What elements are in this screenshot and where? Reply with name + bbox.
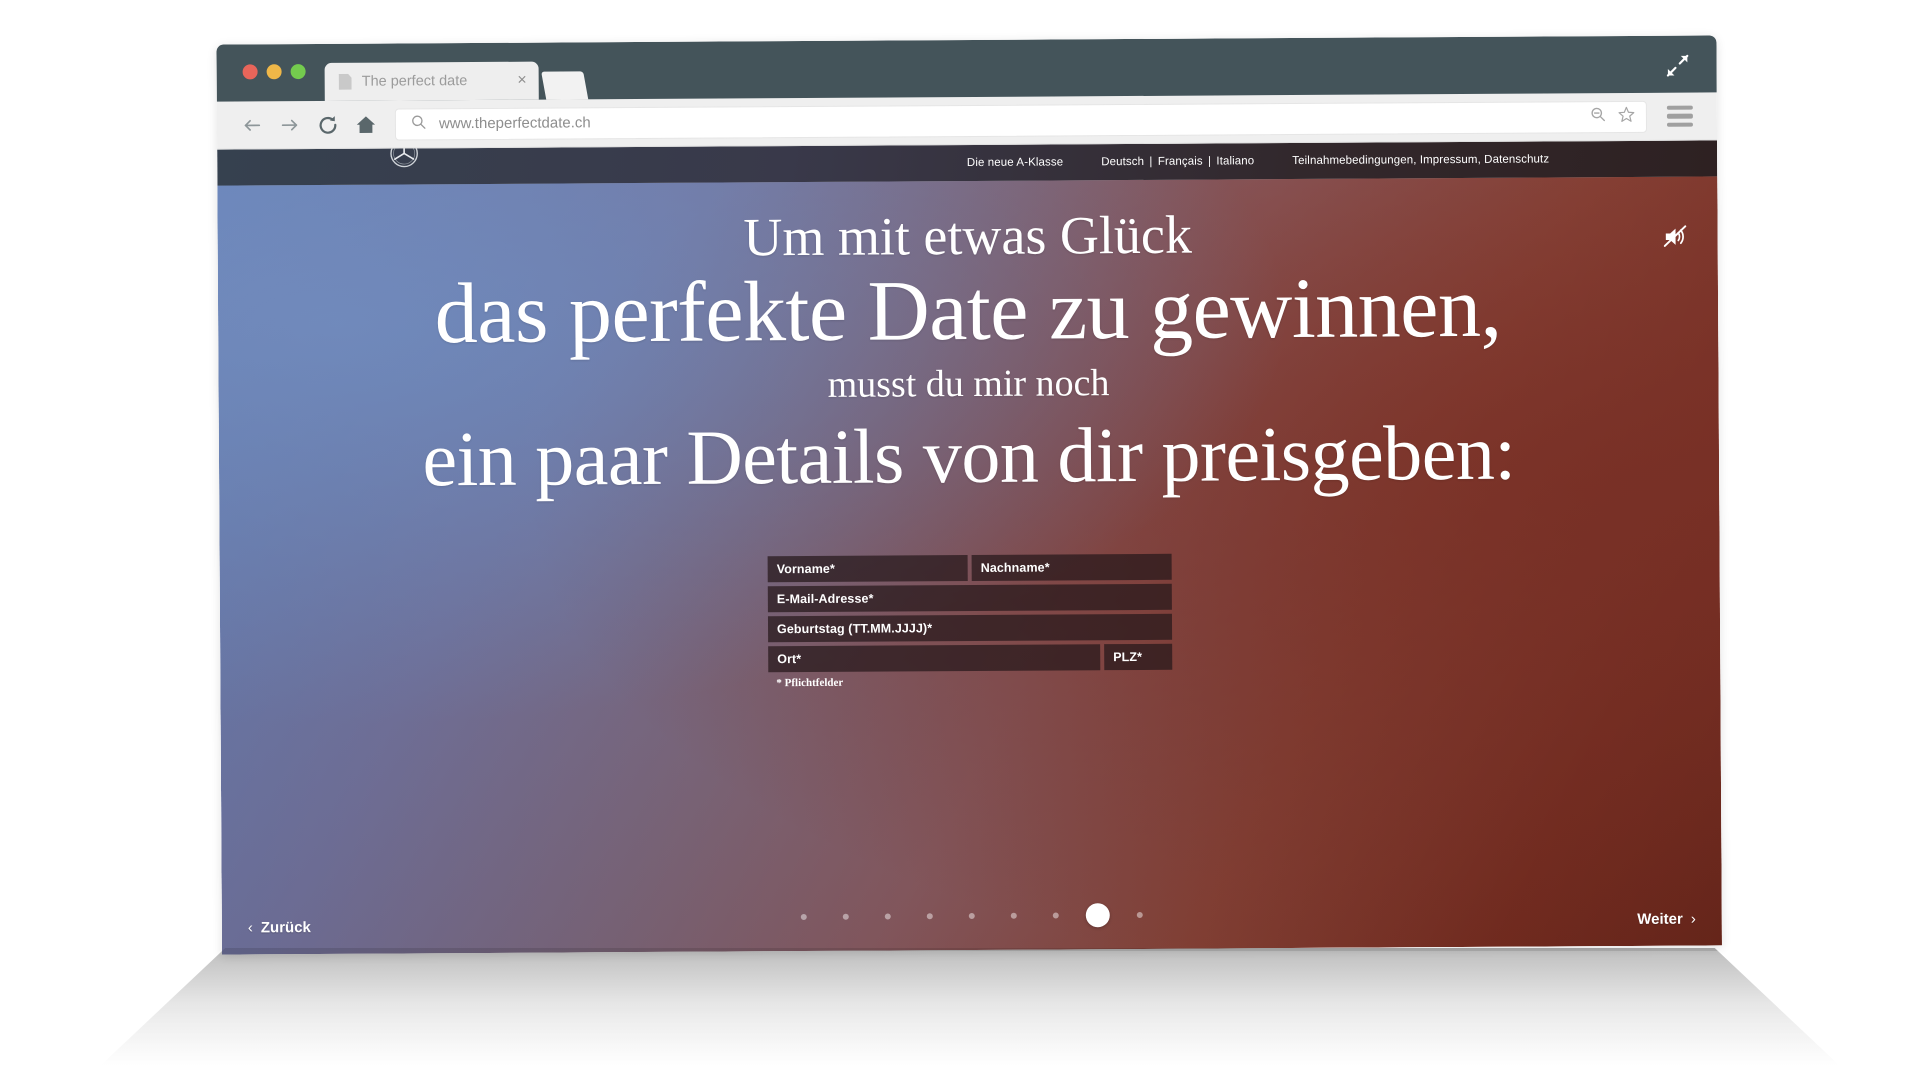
pagination-dot[interactable] <box>884 913 891 920</box>
language-switcher: Deutsch | Français | Italiano <box>1101 155 1254 168</box>
last-name-input[interactable]: Nachname* <box>971 554 1172 582</box>
navigation-buttons <box>241 113 377 136</box>
nav-link-legal[interactable]: Teilnahmebedingungen, Impressum, Datensc… <box>1292 153 1549 167</box>
pagination-dot-active[interactable] <box>1085 903 1110 928</box>
minimize-window-button[interactable] <box>266 64 282 80</box>
hamburger-menu-icon[interactable] <box>1666 105 1693 127</box>
pagination-dot[interactable] <box>1010 912 1017 919</box>
page-icon <box>339 74 352 90</box>
home-icon[interactable] <box>355 113 377 135</box>
hero-section: Um mit etwas Glück das perfekte Date zu … <box>217 176 1722 955</box>
browser-tab[interactable]: The perfect date × <box>324 61 539 101</box>
form-row-name: Vorname* Nachname* <box>767 554 1172 583</box>
hero-headline: Um mit etwas Glück das perfekte Date zu … <box>217 176 1719 504</box>
sound-muted-icon[interactable] <box>1663 225 1690 249</box>
website-viewport: Die neue A-Klasse Deutsch | Français | I… <box>217 140 1722 955</box>
chevron-right-icon: › <box>1690 910 1696 928</box>
address-bar-actions <box>1589 104 1636 128</box>
lang-separator-1: | <box>1149 155 1153 168</box>
pagination-dot[interactable] <box>968 912 975 920</box>
lang-italiano[interactable]: Italiano <box>1216 155 1254 167</box>
nav-link-a-klasse[interactable]: Die neue A-Klasse <box>967 156 1063 169</box>
tab-title: The perfect date <box>361 73 468 90</box>
pagination-dot[interactable] <box>1052 912 1059 919</box>
maximize-window-button[interactable] <box>290 64 306 80</box>
pagination-dot[interactable] <box>800 914 807 921</box>
close-window-button[interactable] <box>242 64 258 80</box>
url-text: www.theperfectdate.ch <box>438 114 591 133</box>
screenshot-stage: The perfect date × www.theperfectdate.ch… <box>0 0 1920 1080</box>
first-name-input[interactable]: Vorname* <box>767 555 968 583</box>
browser-window: The perfect date × www.theperfectdate.ch… <box>216 35 1722 955</box>
reload-icon[interactable] <box>317 113 339 135</box>
window-controls <box>242 64 306 80</box>
forward-arrow-icon[interactable] <box>279 114 301 136</box>
browser-titlebar: The perfect date × <box>216 35 1717 102</box>
fullscreen-icon[interactable] <box>1665 53 1691 79</box>
email-input[interactable]: E-Mail-Adresse* <box>767 584 1172 613</box>
back-arrow-icon[interactable] <box>241 114 263 136</box>
window-reflection <box>100 948 1840 1066</box>
form-row-email: E-Mail-Adresse* <box>767 584 1172 613</box>
lang-francais[interactable]: Français <box>1158 156 1203 168</box>
headline-line-3: musst du mir noch <box>827 362 1110 406</box>
new-tab-button[interactable] <box>541 71 589 100</box>
search-icon <box>410 113 427 135</box>
tab-strip: The perfect date × <box>324 61 589 101</box>
close-tab-icon[interactable]: × <box>517 72 526 89</box>
lang-separator-2: | <box>1207 155 1212 168</box>
form-row-birthday: Geburtstag (TT.MM.JJJJ)* <box>767 614 1173 643</box>
site-header-nav: Die neue A-Klasse Deutsch | Français | I… <box>967 141 1549 181</box>
lang-deutsch[interactable]: Deutsch <box>1101 156 1144 168</box>
headline-line-2: das perfekte Date zu gewinnen, <box>434 258 1502 362</box>
zoom-out-icon[interactable] <box>1589 105 1607 128</box>
pagination-dot[interactable] <box>926 913 933 920</box>
star-icon[interactable] <box>1617 104 1636 128</box>
zip-input[interactable]: PLZ* <box>1104 644 1173 671</box>
wizard-footer-nav: ‹ Zurück Weiter › <box>222 881 1722 954</box>
birthday-input[interactable]: Geburtstag (TT.MM.JJJJ)* <box>767 614 1173 643</box>
next-button-label: Weiter <box>1637 910 1683 928</box>
headline-line-4: ein paar Details von dir preisgeben: <box>422 408 1516 503</box>
signup-form: Vorname* Nachname* E-Mail-Adresse* Gebur… <box>767 554 1173 690</box>
next-button[interactable]: Weiter › <box>1637 911 1696 928</box>
pagination-dot[interactable] <box>842 913 849 920</box>
pagination-dot[interactable] <box>1136 911 1143 918</box>
required-fields-note: * Pflichtfelder <box>776 677 844 690</box>
address-bar[interactable]: www.theperfectdate.ch <box>394 100 1648 141</box>
city-input[interactable]: Ort* <box>768 644 1101 673</box>
pagination-dots <box>222 899 1722 932</box>
form-row-location: Ort* PLZ* <box>768 644 1173 673</box>
